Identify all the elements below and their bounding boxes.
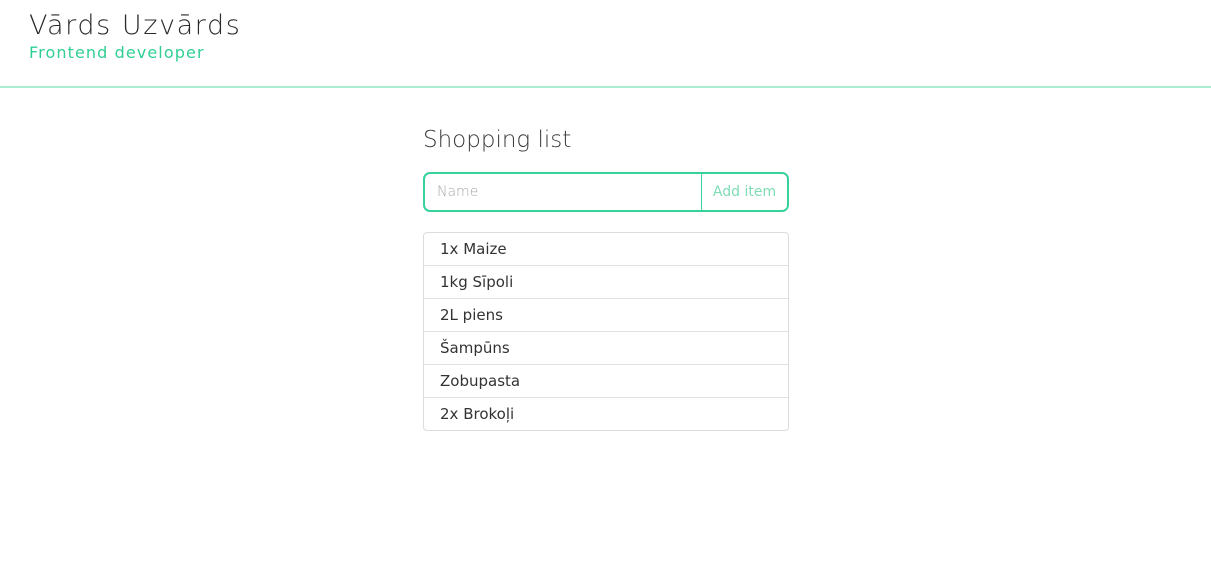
item-name-input[interactable] — [425, 174, 701, 210]
list-item[interactable]: 1kg Sīpoli — [424, 265, 788, 298]
add-item-form: Add item — [423, 172, 789, 212]
list-item[interactable]: 1x Maize — [424, 233, 788, 265]
shopping-list-title: Shopping list — [423, 127, 572, 153]
add-item-button[interactable]: Add item — [701, 174, 787, 210]
list-item[interactable]: Zobupasta — [424, 364, 788, 397]
author-role: Frontend developer — [29, 43, 205, 62]
list-item[interactable]: Šampūns — [424, 331, 788, 364]
list-item[interactable]: 2L piens — [424, 298, 788, 331]
page-header: Vārds Uzvārds Frontend developer — [0, 0, 1211, 88]
shopping-items-list: 1x Maize 1kg Sīpoli 2L piens Šampūns Zob… — [423, 232, 789, 431]
list-item[interactable]: 2x Brokoļi — [424, 397, 788, 430]
shopping-list-panel: Shopping list Add item 1x Maize 1kg Sīpo… — [423, 124, 789, 431]
author-name: Vārds Uzvārds — [29, 10, 242, 41]
